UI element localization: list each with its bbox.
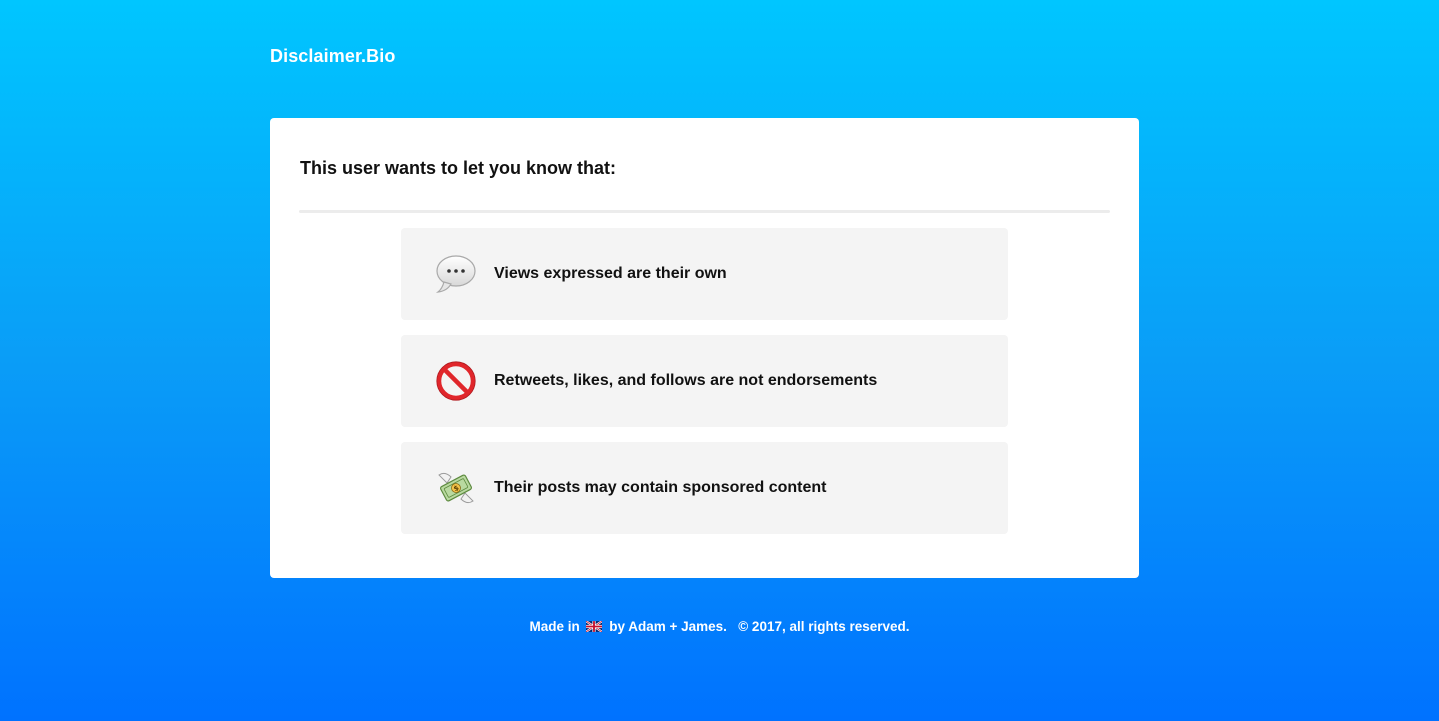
disclaimer-item-sponsored: $ Their posts may contain sponsored cont… [401,442,1008,534]
footer: Made in by Adam + James. © 2017, all rig… [0,619,1439,635]
uk-flag-icon [585,620,604,635]
disclaimer-text: Views expressed are their own [494,265,727,282]
disclaimer-list: Views expressed are their own Retweets, … [401,228,1008,549]
disclaimer-item-views: Views expressed are their own [401,228,1008,320]
footer-made-in: Made in [529,619,580,634]
card-title: This user wants to let you know that: [300,158,617,178]
disclaimer-text: Retweets, likes, and follows are not end… [494,372,878,389]
divider [299,210,1110,213]
brand-logo-link[interactable]: Disclaimer.Bio [270,46,395,67]
money-with-wings-icon: $ [435,467,477,509]
disclaimer-item-endorsements: Retweets, likes, and follows are not end… [401,335,1008,427]
disclaimer-card: This user wants to let you know that: Vi… [270,118,1139,578]
footer-copyright: © 2017, all rights reserved. [738,619,910,634]
disclaimer-text: Their posts may contain sponsored conten… [494,479,827,496]
footer-authors: by Adam + James. [609,619,727,634]
prohibited-icon [435,360,477,402]
speech-bubble-icon [435,253,477,295]
